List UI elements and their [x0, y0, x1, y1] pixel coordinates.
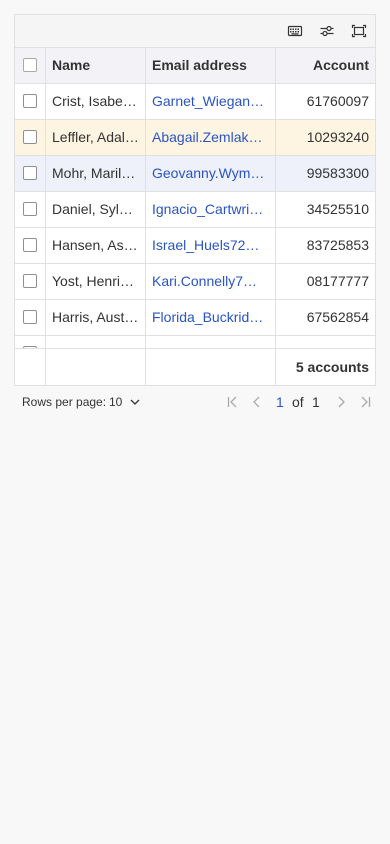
- row-select-cell: [15, 264, 46, 299]
- chevron-down-icon[interactable]: [129, 396, 141, 408]
- name-cell: [46, 336, 146, 348]
- select-all-cell: [15, 48, 46, 83]
- total-pages: 1: [312, 394, 320, 410]
- current-page[interactable]: 1: [276, 394, 284, 410]
- previous-page-icon[interactable]: [250, 395, 264, 409]
- row-select-cell: [15, 228, 46, 263]
- table-body: Crist, Isabe… Garnet_Wiegan… 61760097 Leffl…: [15, 84, 375, 348]
- email-link[interactable]: Abagail.Zemlak…: [146, 120, 276, 155]
- table-footer: 5 accounts: [15, 348, 375, 385]
- rows-per-page-select[interactable]: 10: [109, 395, 122, 409]
- table-row[interactable]: Mohr, Maril… Geovanny.Wym… 99583300: [15, 156, 375, 192]
- account-cell: 08177777: [306, 273, 369, 289]
- row-checkbox[interactable]: [23, 202, 37, 216]
- account-cell: 83725853: [306, 237, 369, 253]
- email-link[interactable]: Kari.Connelly7…: [146, 264, 276, 299]
- row-checkbox[interactable]: [23, 94, 37, 108]
- name-cell: Mohr, Maril…: [46, 156, 146, 191]
- column-header-email[interactable]: Email address: [146, 48, 276, 83]
- account-cell: 99583300: [306, 165, 369, 181]
- grid-toolbar: [15, 15, 375, 48]
- email-link[interactable]: Israel_Huels72…: [146, 228, 276, 263]
- row-select-cell: [15, 336, 46, 348]
- name-cell: Daniel, Syl…: [46, 192, 146, 227]
- row-checkbox[interactable]: [23, 238, 37, 252]
- next-page-icon[interactable]: [334, 395, 348, 409]
- account-cell: 34525510: [306, 201, 369, 217]
- email-link[interactable]: Geovanny.Wym…: [146, 156, 276, 191]
- email-link[interactable]: [146, 336, 276, 348]
- row-checkbox[interactable]: [23, 310, 37, 324]
- table-header: Name Email address Account: [15, 48, 375, 84]
- name-cell: Leffler, Adal…: [46, 120, 146, 155]
- account-cell: [276, 336, 375, 348]
- table-row[interactable]: Hansen, As… Israel_Huels72… 83725853: [15, 228, 375, 264]
- keyboard-icon[interactable]: [287, 23, 303, 39]
- row-checkbox[interactable]: [23, 166, 37, 180]
- name-cell: Crist, Isabe…: [46, 84, 146, 119]
- column-header-name[interactable]: Name: [46, 48, 146, 83]
- row-select-cell: [15, 192, 46, 227]
- name-cell: Hansen, As…: [46, 228, 146, 263]
- account-cell: 67562854: [306, 309, 369, 325]
- account-count: 5 accounts: [295, 359, 369, 375]
- column-header-account[interactable]: Account: [276, 48, 375, 83]
- row-checkbox[interactable]: [23, 274, 37, 288]
- first-page-icon[interactable]: [226, 395, 240, 409]
- table-row[interactable]: Crist, Isabe… Garnet_Wiegan… 61760097: [15, 84, 375, 120]
- last-page-icon[interactable]: [358, 395, 372, 409]
- pagination-bar: Rows per page: 10 1 of 1: [22, 392, 372, 412]
- rows-per-page-label: Rows per page:: [22, 395, 107, 409]
- email-link[interactable]: Garnet_Wiegan…: [146, 84, 276, 119]
- name-cell: Harris, Aust…: [46, 300, 146, 335]
- row-select-cell: [15, 84, 46, 119]
- email-link[interactable]: Ignacio_Cartwri…: [146, 192, 276, 227]
- select-all-checkbox[interactable]: [23, 58, 37, 72]
- fullscreen-icon[interactable]: [351, 23, 367, 39]
- name-cell: Yost, Henri…: [46, 264, 146, 299]
- table-row[interactable]: Leffler, Adal… Abagail.Zemlak… 10293240: [15, 120, 375, 156]
- data-grid: Name Email address Account Crist, Isabe……: [14, 14, 376, 386]
- email-link[interactable]: Florida_Buckrid…: [146, 300, 276, 335]
- row-checkbox[interactable]: [23, 130, 37, 144]
- row-select-cell: [15, 120, 46, 155]
- table-row[interactable]: Yost, Henri… Kari.Connelly7… 08177777: [15, 264, 375, 300]
- row-select-cell: [15, 156, 46, 191]
- of-label: of: [292, 394, 304, 410]
- filter-settings-icon[interactable]: [319, 23, 335, 39]
- account-cell: 61760097: [306, 93, 369, 109]
- row-select-cell: [15, 300, 46, 335]
- table-row[interactable]: Daniel, Syl… Ignacio_Cartwri… 34525510: [15, 192, 375, 228]
- table-row[interactable]: Harris, Aust… Florida_Buckrid… 67562854: [15, 300, 375, 336]
- table-row[interactable]: [15, 336, 375, 348]
- account-cell: 10293240: [306, 129, 369, 145]
